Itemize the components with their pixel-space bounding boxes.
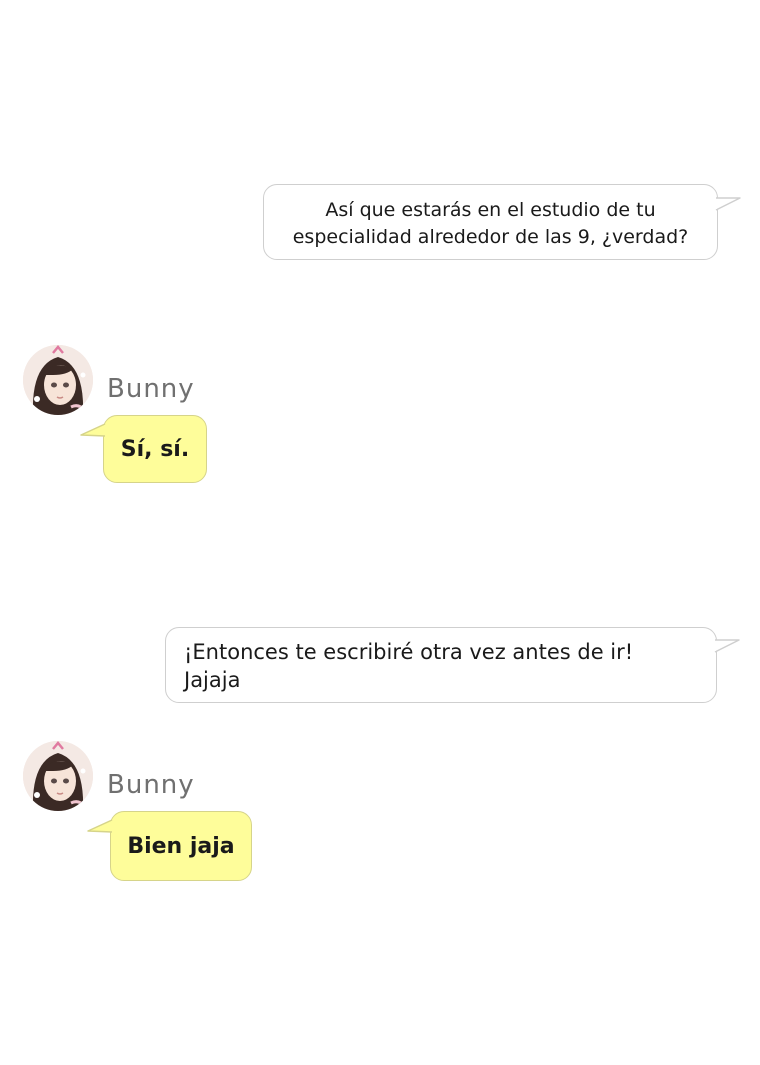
outgoing-message-bubble: Así que estarás en el estudio de tu espe… bbox=[263, 184, 718, 260]
message-text: Así que estarás en el estudio de tu espe… bbox=[292, 199, 689, 248]
sender-name: Bunny bbox=[107, 770, 195, 800]
message-text: Bien jaja bbox=[127, 834, 235, 859]
avatar[interactable] bbox=[23, 345, 93, 415]
message-text: ¡Entonces te escribiré otra vez antes de… bbox=[184, 640, 634, 692]
bubble-tail-left bbox=[87, 819, 114, 833]
bubble-tail-right bbox=[713, 639, 740, 653]
bubble-tail-left bbox=[80, 423, 107, 437]
sender-name: Bunny bbox=[107, 374, 195, 404]
girl-avatar-icon bbox=[23, 741, 93, 811]
outgoing-message-bubble: ¡Entonces te escribiré otra vez antes de… bbox=[165, 627, 717, 703]
message-text: Sí, sí. bbox=[120, 437, 190, 462]
avatar[interactable] bbox=[23, 741, 93, 811]
incoming-message-bubble: Bien jaja bbox=[110, 811, 252, 881]
incoming-message-bubble: Sí, sí. bbox=[103, 415, 207, 483]
bubble-tail-right bbox=[714, 197, 741, 211]
girl-avatar-icon bbox=[23, 345, 93, 415]
